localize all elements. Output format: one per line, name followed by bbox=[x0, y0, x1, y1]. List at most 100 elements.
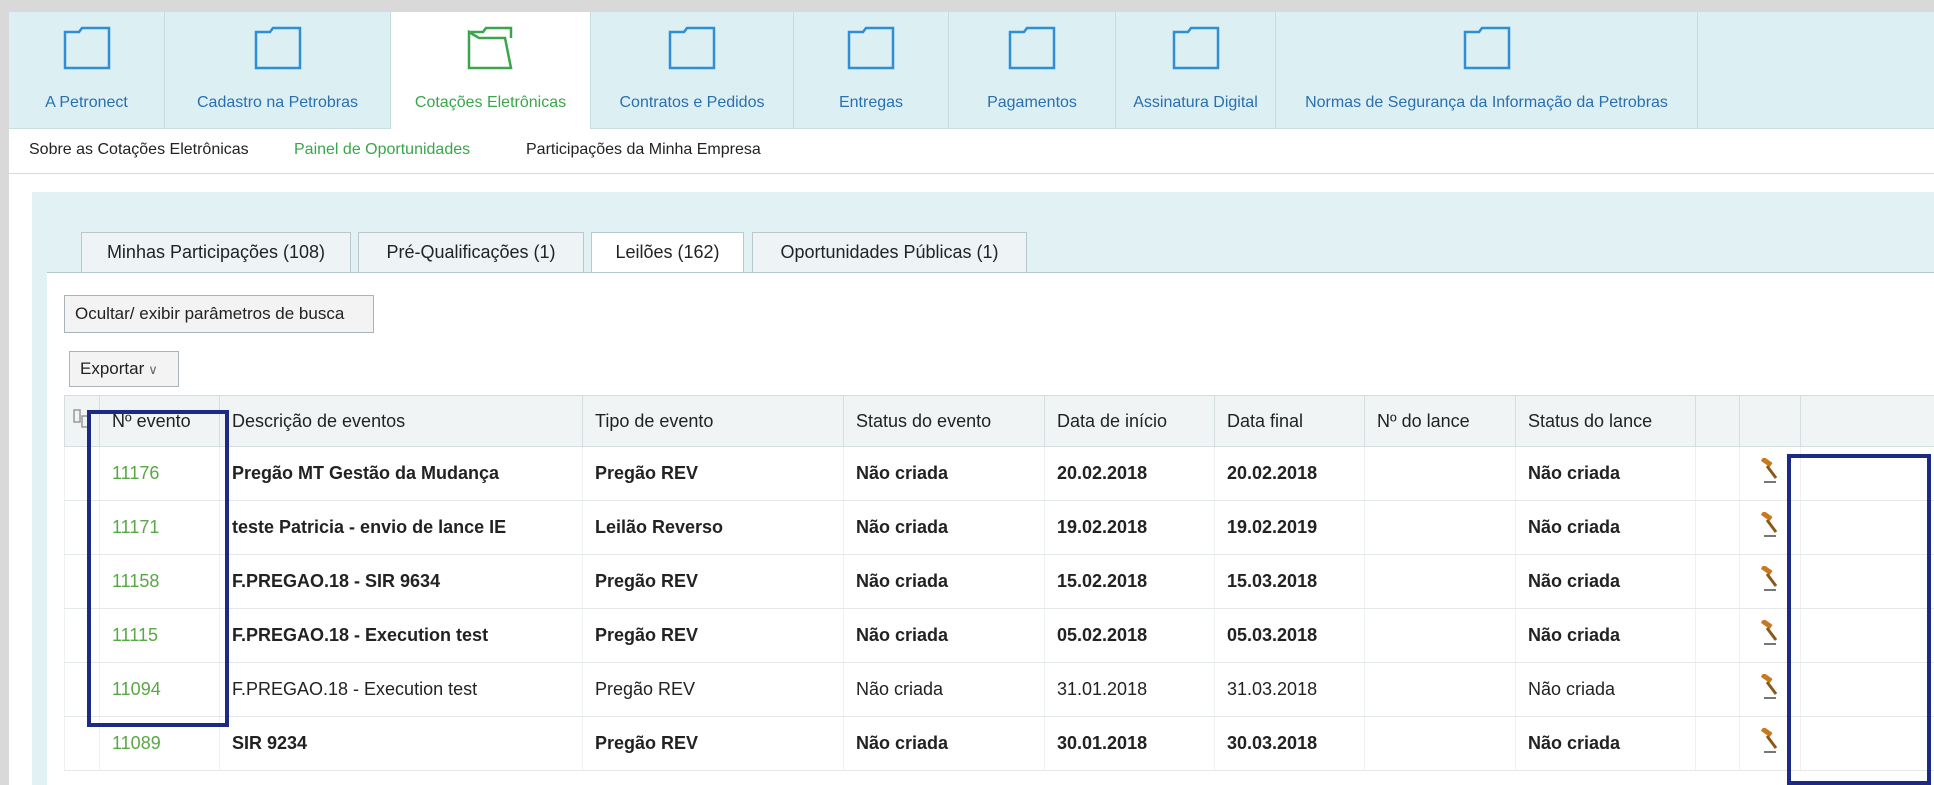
bid-action-cell[interactable] bbox=[1739, 554, 1801, 609]
event-number-link[interactable]: 11115 bbox=[99, 608, 220, 663]
column-header-event-type[interactable]: Tipo de evento bbox=[582, 395, 844, 447]
events-table: Nº evento Descrição de eventos Tipo de e… bbox=[64, 395, 1934, 771]
table-header-row: Nº evento Descrição de eventos Tipo de e… bbox=[64, 395, 1934, 447]
empty-cell bbox=[1800, 554, 1934, 609]
sub-navigation: Sobre as Cotações Eletrônicas Painel de … bbox=[9, 129, 1934, 174]
auction-hammer-icon[interactable] bbox=[1758, 727, 1782, 754]
event-number-link[interactable]: 11094 bbox=[99, 662, 220, 717]
event-number-link[interactable]: 11171 bbox=[99, 500, 220, 555]
chevron-down-icon: ∨ bbox=[148, 362, 158, 377]
event-type: Leilão Reverso bbox=[582, 500, 844, 555]
event-type: Pregão REV bbox=[582, 446, 844, 501]
start-date: 31.01.2018 bbox=[1044, 662, 1215, 717]
empty-cell bbox=[1800, 500, 1934, 555]
content-area: Minhas Participações (108) Pré-Qualifica… bbox=[32, 192, 1934, 785]
nav-item-label: Cotações Eletrônicas bbox=[414, 94, 567, 111]
end-date: 30.03.2018 bbox=[1214, 716, 1365, 771]
folder-icon bbox=[254, 26, 301, 70]
bid-status: Não criada bbox=[1515, 716, 1696, 771]
tab-minhas-participacoes[interactable]: Minhas Participações (108) bbox=[81, 232, 351, 272]
auction-hammer-icon[interactable] bbox=[1758, 457, 1782, 484]
nav-item-pagamentos[interactable]: Pagamentos bbox=[949, 12, 1116, 128]
nav-item-entregas[interactable]: Entregas bbox=[794, 12, 949, 128]
bid-action-cell[interactable] bbox=[1739, 500, 1801, 555]
column-header-bid-number[interactable]: Nº do lance bbox=[1364, 395, 1516, 447]
bid-status: Não criada bbox=[1515, 662, 1696, 717]
tab-panel-leiloes: Ocultar/ exibir parâmetros de busca Expo… bbox=[47, 272, 1934, 785]
column-header-event-number[interactable]: Nº evento bbox=[99, 395, 220, 447]
start-date: 15.02.2018 bbox=[1044, 554, 1215, 609]
event-number-link[interactable]: 11176 bbox=[99, 446, 220, 501]
row-select-cell[interactable] bbox=[64, 500, 100, 555]
nav-item-label: Entregas bbox=[838, 94, 904, 111]
table-row[interactable]: 11089 SIR 9234 Pregão REV Não criada 30.… bbox=[64, 716, 1934, 771]
table-row[interactable]: 11176 Pregão MT Gestão da Mudança Pregão… bbox=[64, 446, 1934, 501]
auction-hammer-icon[interactable] bbox=[1758, 565, 1782, 592]
empty-cell bbox=[1695, 500, 1740, 555]
table-settings-header[interactable] bbox=[64, 395, 100, 447]
bid-action-cell[interactable] bbox=[1739, 716, 1801, 771]
start-date: 20.02.2018 bbox=[1044, 446, 1215, 501]
nav-item-label: Assinatura Digital bbox=[1133, 94, 1258, 111]
tab-leiloes[interactable]: Leilões (162) bbox=[591, 232, 744, 273]
tab-pre-qualificacoes[interactable]: Pré-Qualificações (1) bbox=[358, 232, 584, 272]
export-label: Exportar bbox=[80, 359, 145, 378]
subnav-sobre-cotacoes[interactable]: Sobre as Cotações Eletrônicas bbox=[29, 141, 249, 159]
end-date: 19.02.2019 bbox=[1214, 500, 1365, 555]
bid-number bbox=[1364, 716, 1516, 771]
row-select-cell[interactable] bbox=[64, 608, 100, 663]
nav-item-contratos[interactable]: Contratos e Pedidos bbox=[591, 12, 794, 128]
table-row[interactable]: 11094 F.PREGAO.18 - Execution test Pregã… bbox=[64, 662, 1934, 717]
auction-hammer-icon[interactable] bbox=[1758, 511, 1782, 538]
nav-item-normas-seguranca[interactable]: Normas de Segurança da Informação da Pet… bbox=[1276, 12, 1698, 128]
start-date: 05.02.2018 bbox=[1044, 608, 1215, 663]
table-settings-icon[interactable] bbox=[73, 408, 91, 429]
top-navigation: A Petronect Cadastro na Petrobras Cotaçõ… bbox=[9, 12, 1934, 129]
row-select-cell[interactable] bbox=[64, 554, 100, 609]
event-status: Não criada bbox=[843, 446, 1045, 501]
empty-cell bbox=[1695, 716, 1740, 771]
auction-hammer-icon[interactable] bbox=[1758, 619, 1782, 646]
tab-oportunidades-publicas[interactable]: Oportunidades Públicas (1) bbox=[752, 232, 1027, 272]
nav-item-label: A Petronect bbox=[45, 94, 128, 111]
toggle-search-params-button[interactable]: Ocultar/ exibir parâmetros de busca bbox=[64, 295, 374, 333]
export-dropdown[interactable]: Exportar ∨ bbox=[69, 351, 179, 387]
event-number-link[interactable]: 11089 bbox=[99, 716, 220, 771]
event-type: Pregão REV bbox=[582, 608, 844, 663]
table-row[interactable]: 11158 F.PREGAO.18 - SIR 9634 Pregão REV … bbox=[64, 554, 1934, 609]
bid-number bbox=[1364, 554, 1516, 609]
bid-number bbox=[1364, 446, 1516, 501]
bid-number bbox=[1364, 608, 1516, 663]
event-status: Não criada bbox=[843, 716, 1045, 771]
row-select-cell[interactable] bbox=[64, 662, 100, 717]
event-description: F.PREGAO.18 - Execution test bbox=[219, 662, 583, 717]
row-select-cell[interactable] bbox=[64, 716, 100, 771]
table-row[interactable]: 11171 teste Patricia - envio de lance IE… bbox=[64, 500, 1934, 555]
column-header-event-status[interactable]: Status do evento bbox=[843, 395, 1045, 447]
table-row[interactable]: 11115 F.PREGAO.18 - Execution test Pregã… bbox=[64, 608, 1934, 663]
column-header-bid-status[interactable]: Status do lance bbox=[1515, 395, 1696, 447]
folder-icon bbox=[63, 26, 110, 70]
event-number-link[interactable]: 11158 bbox=[99, 554, 220, 609]
subnav-participacoes-empresa[interactable]: Participações da Minha Empresa bbox=[526, 141, 761, 159]
auction-hammer-icon[interactable] bbox=[1758, 673, 1782, 700]
nav-item-cotacoes-eletronicas[interactable]: Cotações Eletrônicas bbox=[391, 12, 591, 129]
nav-item-assinatura-digital[interactable]: Assinatura Digital bbox=[1116, 12, 1276, 128]
nav-item-a-petronect[interactable]: A Petronect bbox=[9, 12, 165, 128]
column-header-start-date[interactable]: Data de início bbox=[1044, 395, 1215, 447]
folder-icon bbox=[1172, 26, 1219, 70]
end-date: 20.02.2018 bbox=[1214, 446, 1365, 501]
bid-action-cell[interactable] bbox=[1739, 662, 1801, 717]
row-select-cell[interactable] bbox=[64, 446, 100, 501]
nav-item-cadastro[interactable]: Cadastro na Petrobras bbox=[165, 12, 391, 128]
folder-icon bbox=[1008, 26, 1056, 70]
start-date: 30.01.2018 bbox=[1044, 716, 1215, 771]
column-header-end-date[interactable]: Data final bbox=[1214, 395, 1365, 447]
subnav-painel-oportunidades[interactable]: Painel de Oportunidades bbox=[294, 141, 470, 159]
bid-action-cell[interactable] bbox=[1739, 446, 1801, 501]
bid-status: Não criada bbox=[1515, 500, 1696, 555]
column-header-description[interactable]: Descrição de eventos bbox=[219, 395, 583, 447]
bid-action-cell[interactable] bbox=[1739, 608, 1801, 663]
empty-cell bbox=[1695, 446, 1740, 501]
empty-cell bbox=[1695, 662, 1740, 717]
